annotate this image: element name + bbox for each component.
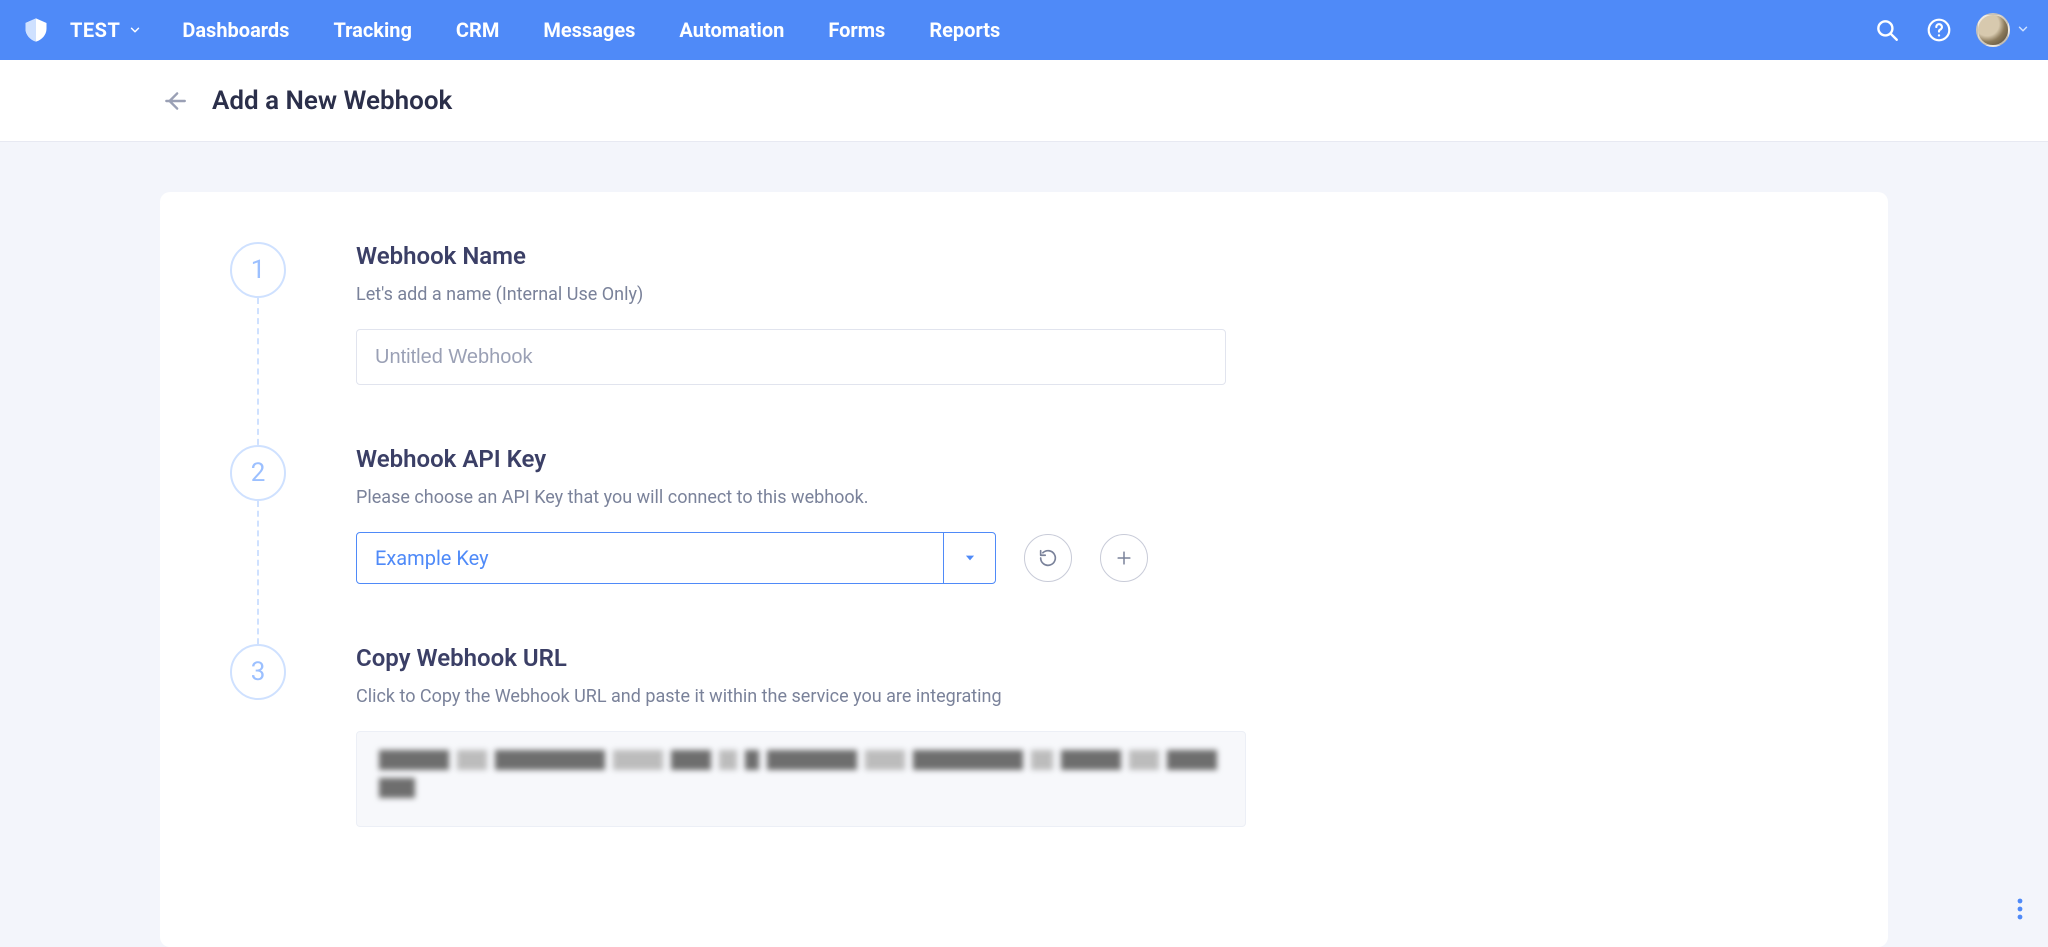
content: 1 Webhook Name Let's add a name (Interna… [0, 142, 2048, 947]
caret-down-icon [943, 533, 995, 583]
nav-automation[interactable]: Automation [679, 18, 784, 42]
step-3: 3 Copy Webhook URL Click to Copy the Web… [230, 644, 1818, 887]
nav-crm[interactable]: CRM [456, 18, 499, 42]
step-2: 2 Webhook API Key Please choose an API K… [230, 445, 1818, 644]
webhook-url-box[interactable] [356, 731, 1246, 827]
api-key-select[interactable]: Example Key [356, 532, 996, 584]
workspace-name: TEST [70, 18, 120, 42]
step-badge-2: 2 [230, 445, 286, 501]
nav-items: Dashboards Tracking CRM Messages Automat… [182, 18, 1000, 42]
page-header: Add a New Webhook [0, 60, 2048, 142]
api-key-select-value: Example Key [357, 533, 943, 583]
chevron-down-icon [128, 18, 142, 42]
floating-menu-button[interactable] [2006, 895, 2034, 923]
workspace-switcher[interactable]: TEST [70, 18, 142, 42]
account-menu[interactable] [1976, 13, 2030, 47]
step-2-desc: Please choose an API Key that you will c… [356, 487, 1818, 508]
avatar [1976, 13, 2010, 47]
search-icon[interactable] [1872, 15, 1902, 45]
form-card: 1 Webhook Name Let's add a name (Interna… [160, 192, 1888, 947]
step-1: 1 Webhook Name Let's add a name (Interna… [230, 242, 1818, 445]
nav-forms[interactable]: Forms [828, 18, 885, 42]
step-badge-3: 3 [230, 644, 286, 700]
webhook-name-input[interactable] [356, 329, 1226, 385]
page-title: Add a New Webhook [212, 86, 452, 116]
refresh-api-key-button[interactable] [1024, 534, 1072, 582]
back-button[interactable] [160, 86, 190, 116]
nav-reports[interactable]: Reports [929, 18, 1000, 42]
help-icon[interactable] [1924, 15, 1954, 45]
step-badge-1: 1 [230, 242, 286, 298]
step-1-desc: Let's add a name (Internal Use Only) [356, 284, 1818, 305]
nav-messages[interactable]: Messages [543, 18, 635, 42]
nav-dashboards[interactable]: Dashboards [182, 18, 289, 42]
step-3-title: Copy Webhook URL [356, 644, 1818, 672]
app-logo[interactable] [18, 12, 54, 48]
nav-tracking[interactable]: Tracking [333, 18, 411, 42]
add-api-key-button[interactable] [1100, 534, 1148, 582]
step-1-title: Webhook Name [356, 242, 1818, 270]
step-connector [257, 501, 259, 654]
step-connector [257, 298, 259, 455]
step-3-desc: Click to Copy the Webhook URL and paste … [356, 686, 1818, 707]
top-navbar: TEST Dashboards Tracking CRM Messages Au… [0, 0, 2048, 60]
step-2-title: Webhook API Key [356, 445, 1818, 473]
nav-right [1872, 13, 2030, 47]
chevron-down-icon [2016, 21, 2030, 40]
